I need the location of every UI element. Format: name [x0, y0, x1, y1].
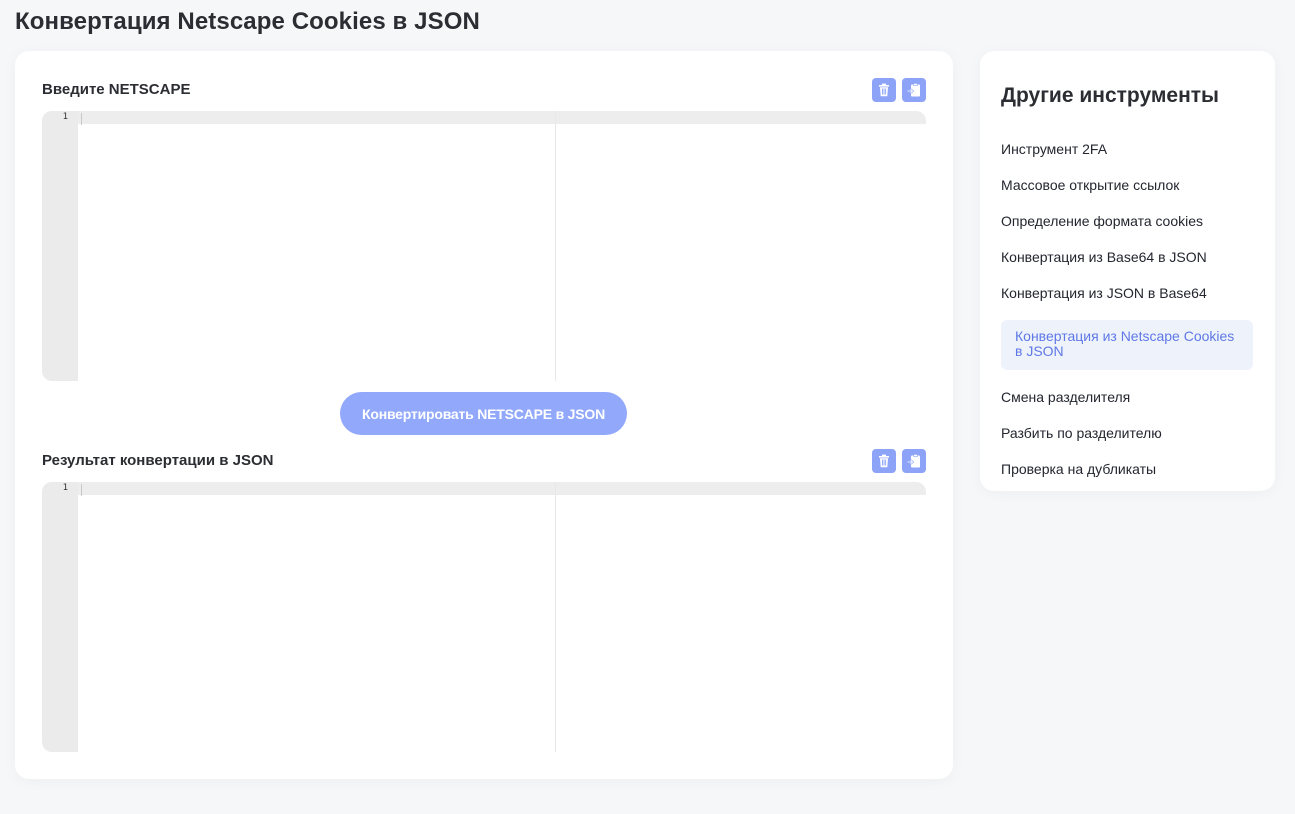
converter-card: Введите NETSCAPE 1 Конвертировать NETSCA…	[15, 51, 953, 779]
output-label: Результат конвертации в JSON	[42, 452, 274, 469]
netscape-input-textarea[interactable]	[82, 111, 926, 381]
other-tools-card: Другие инструменты Инструмент 2FA Массов…	[980, 51, 1275, 491]
line-number: 1	[62, 112, 68, 122]
tool-link-change-delimiter[interactable]: Смена разделителя	[1001, 388, 1253, 424]
trash-icon	[879, 83, 889, 97]
tool-link-cookie-format[interactable]: Определение формата cookies	[1001, 212, 1253, 248]
convert-button[interactable]: Конвертировать NETSCAPE в JSON	[340, 392, 627, 435]
netscape-input-editor[interactable]: 1	[42, 111, 926, 381]
line-gutter	[42, 111, 78, 381]
clipboard-icon	[907, 454, 920, 468]
input-label: Введите NETSCAPE	[42, 81, 191, 98]
output-clear-button[interactable]	[872, 449, 896, 473]
json-output-editor[interactable]: 1	[42, 482, 926, 752]
tool-link-split-by-delimiter[interactable]: Разбить по разделителю	[1001, 424, 1253, 460]
tool-link-base64-to-json[interactable]: Конвертация из Base64 в JSON	[1001, 248, 1253, 284]
page-title: Конвертация Netscape Cookies в JSON	[15, 8, 480, 35]
other-tools-title: Другие инструменты	[1001, 84, 1219, 107]
tool-link-json-to-base64[interactable]: Конвертация из JSON в Base64	[1001, 284, 1253, 320]
clipboard-paste-icon	[907, 83, 920, 97]
json-output-textarea[interactable]	[82, 482, 926, 752]
input-clear-button[interactable]	[872, 78, 896, 102]
trash-icon	[879, 454, 889, 468]
line-number: 1	[62, 483, 68, 493]
tool-link-2fa[interactable]: Инструмент 2FA	[1001, 140, 1253, 176]
tool-link-mass-open-links[interactable]: Массовое открытие ссылок	[1001, 176, 1253, 212]
tool-link-duplicates-check[interactable]: Проверка на дубликаты	[1001, 460, 1253, 496]
output-copy-button[interactable]	[902, 449, 926, 473]
input-paste-button[interactable]	[902, 78, 926, 102]
tool-link-netscape-to-json[interactable]: Конвертация из Netscape Cookies в JSON	[1001, 320, 1253, 370]
tools-list: Инструмент 2FA Массовое открытие ссылок …	[1001, 140, 1253, 496]
line-gutter	[42, 482, 78, 752]
